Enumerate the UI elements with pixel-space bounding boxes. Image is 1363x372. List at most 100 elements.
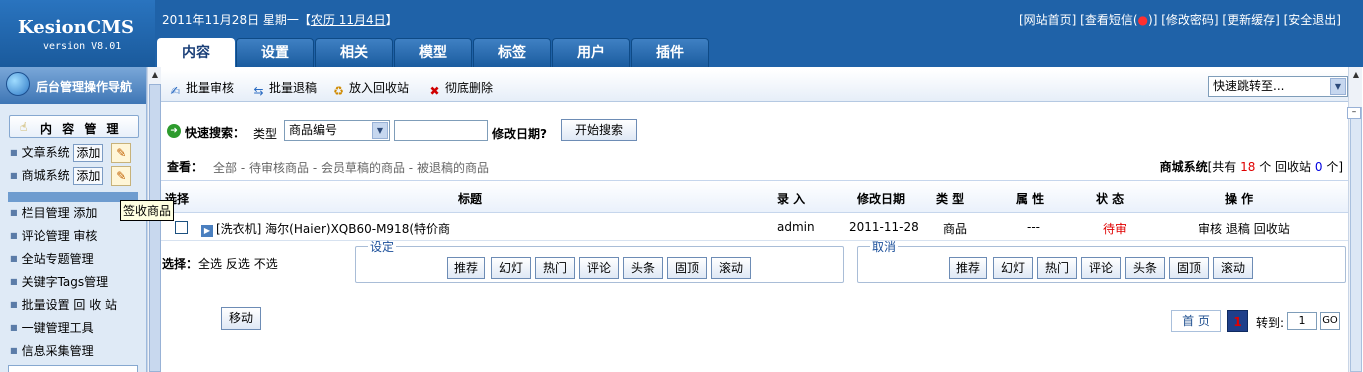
- cancel-top-button[interactable]: 固顶: [1169, 257, 1209, 279]
- search-input[interactable]: [394, 120, 488, 141]
- row-checkbox[interactable]: [175, 221, 188, 234]
- view-filter: 查看： 全部 - 待审核商品 - 会员草稿的商品 - 被退稿的商品 商城系统[共…: [161, 157, 1348, 177]
- globe-icon: [6, 72, 30, 96]
- stats-suffix: 个]: [1322, 160, 1343, 174]
- scrollbar-thumb[interactable]: [149, 84, 161, 372]
- refresh-cache-link[interactable]: [更新缓存]: [1222, 13, 1279, 27]
- set-recommend-button[interactable]: 推荐: [447, 257, 485, 279]
- set-headline-button[interactable]: 头条: [623, 257, 663, 279]
- sidebar-item-mall-label[interactable]: 商城系统: [22, 169, 70, 183]
- article-add-button[interactable]: 添加: [73, 144, 104, 162]
- modify-date-label[interactable]: 修改日期?: [492, 125, 547, 142]
- sidebar-item-special: ■ 全站专题管理: [10, 250, 94, 267]
- batch-return-button[interactable]: ⇆ 批量退稿: [250, 79, 317, 99]
- comment-review-link[interactable]: 审核: [73, 229, 97, 243]
- first-page-button[interactable]: 首 页: [1171, 310, 1221, 332]
- view-label: 查看：: [167, 160, 204, 174]
- special-manage-link[interactable]: 全站专题管理: [22, 252, 94, 266]
- one-key-link[interactable]: 一键管理工具: [22, 321, 94, 335]
- bullet-icon: ■: [10, 254, 18, 263]
- tab-tags[interactable]: 标签: [473, 38, 551, 67]
- comment-manage-link[interactable]: 评论管理: [22, 229, 70, 243]
- site-home-link[interactable]: [网站首页]: [1019, 13, 1076, 27]
- toolbar: ✍ 批量审核 ⇆ 批量退稿 ♻ 放入回收站 ✖ 彻底删除 快速跳转至... ▼: [161, 70, 1348, 102]
- cancel-recommend-button[interactable]: 推荐: [949, 257, 987, 279]
- filter-all-link[interactable]: 全部: [213, 161, 237, 175]
- cancel-attributes-group: 取消 推荐 幻灯 热门 评论 头条 固顶 滚动: [857, 241, 1346, 283]
- row-recycle-link[interactable]: 回收站: [1254, 222, 1290, 236]
- search-type-select[interactable]: 商品编号 ▼: [284, 120, 390, 141]
- tab-settings[interactable]: 设置: [236, 38, 314, 67]
- column-add-link[interactable]: 添加: [73, 206, 97, 220]
- header-type: 类 型: [936, 192, 965, 206]
- cancel-slide-button[interactable]: 幻灯: [993, 257, 1033, 279]
- tab-content[interactable]: 内容: [157, 38, 235, 68]
- set-top-button[interactable]: 固顶: [667, 257, 707, 279]
- tags-manage-link[interactable]: 关键字Tags管理: [22, 275, 109, 289]
- recycle-icon: ♻: [333, 84, 344, 98]
- mall-edit-icon[interactable]: ✎: [111, 166, 132, 186]
- recycle-link[interactable]: 回 收 站: [73, 298, 117, 312]
- row-review-link[interactable]: 审核: [1198, 222, 1222, 236]
- main-tabs: 内容 设置 相关 模型 标签 用户 插件: [157, 38, 710, 68]
- row-title[interactable]: ▶ [洗衣机] 海尔(Haier)XQB60-M918(特价商: [201, 220, 450, 237]
- logo: KesionCMS version V8.01: [0, 0, 155, 67]
- messages-link[interactable]: [查看短信(●)]: [1080, 13, 1157, 27]
- article-edit-icon[interactable]: ✎: [111, 143, 132, 163]
- cancel-headline-button[interactable]: 头条: [1125, 257, 1165, 279]
- search-type-value: 商品编号: [289, 123, 338, 137]
- start-search-button[interactable]: 开始搜索: [561, 119, 637, 141]
- row-return-link[interactable]: 退稿: [1226, 222, 1250, 236]
- tab-users[interactable]: 用户: [552, 38, 630, 67]
- scroll-up-icon[interactable]: ▲: [149, 68, 161, 82]
- cancel-comment-button[interactable]: 评论: [1081, 257, 1121, 279]
- hand-icon: ☝: [20, 120, 28, 134]
- set-slide-button[interactable]: 幻灯: [491, 257, 531, 279]
- page-number-input[interactable]: 1: [1287, 312, 1317, 330]
- cancel-scroll-button[interactable]: 滚动: [1213, 257, 1253, 279]
- row-author: admin: [777, 220, 815, 234]
- filter-pending-link[interactable]: 待审核商品: [249, 161, 309, 175]
- to-recycle-button[interactable]: ♻ 放入回收站: [330, 79, 409, 99]
- quick-jump-select[interactable]: 快速跳转至... ▼: [1208, 76, 1348, 97]
- go-button[interactable]: GO: [1320, 312, 1340, 330]
- move-button[interactable]: 移动: [221, 307, 261, 330]
- header-author: 录 入: [777, 192, 806, 206]
- filter-links: 全部 - 待审核商品 - 会员草稿的商品 - 被退稿的商品: [213, 159, 489, 176]
- collect-link[interactable]: 信息采集管理: [22, 344, 94, 358]
- bullet-icon: ■: [10, 208, 18, 217]
- tab-plugins[interactable]: 插件: [631, 38, 709, 67]
- scrollbar-thumb[interactable]: [1350, 107, 1362, 372]
- delete-all-button[interactable]: ✖ 彻底删除: [426, 79, 493, 99]
- date-close: 】: [385, 13, 398, 27]
- scroll-up-icon[interactable]: ▲: [1350, 68, 1362, 82]
- change-password-link[interactable]: [修改密码]: [1161, 13, 1218, 27]
- column-manage-link[interactable]: 栏目管理: [22, 206, 70, 220]
- date-text: 2011年11月28日 星期一【: [162, 13, 311, 27]
- expand-arrow-icon[interactable]: ▶: [201, 225, 213, 237]
- batch-settings-link[interactable]: 批量设置: [22, 298, 70, 312]
- select-none-link[interactable]: 不选: [254, 257, 278, 271]
- set-hot-button[interactable]: 热门: [535, 257, 575, 279]
- tab-related[interactable]: 相关: [315, 38, 393, 67]
- invert-select-link[interactable]: 反选: [226, 257, 250, 271]
- lunar-date-link[interactable]: 农历 11月4日: [311, 13, 386, 27]
- logout-link[interactable]: [安全退出]: [1284, 13, 1341, 27]
- return-icon: ⇆: [253, 84, 264, 98]
- sidebar-item-article-label[interactable]: 文章系统: [22, 146, 70, 160]
- set-comment-button[interactable]: 评论: [579, 257, 619, 279]
- tab-models[interactable]: 模型: [394, 38, 472, 67]
- filter-returned-link[interactable]: 被退稿的商品: [417, 161, 489, 175]
- minimize-icon[interactable]: –: [1347, 107, 1361, 119]
- select-all-link[interactable]: 全选: [198, 257, 222, 271]
- stats-mid: 个 回收站: [1255, 160, 1315, 174]
- sidebar-item-column: ■ 栏目管理 添加: [10, 204, 97, 221]
- sidebar-section-content[interactable]: ☝ 内 容 管 理: [9, 115, 139, 138]
- cancel-hot-button[interactable]: 热门: [1037, 257, 1077, 279]
- mall-add-button[interactable]: 添加: [73, 167, 104, 185]
- batch-review-button[interactable]: ✍ 批量审核: [167, 79, 234, 99]
- header-ops: 操 作: [1225, 192, 1254, 206]
- filter-member-draft-link[interactable]: 会员草稿的商品: [321, 161, 405, 175]
- set-scroll-button[interactable]: 滚动: [711, 257, 751, 279]
- cancel-legend: 取消: [870, 240, 899, 254]
